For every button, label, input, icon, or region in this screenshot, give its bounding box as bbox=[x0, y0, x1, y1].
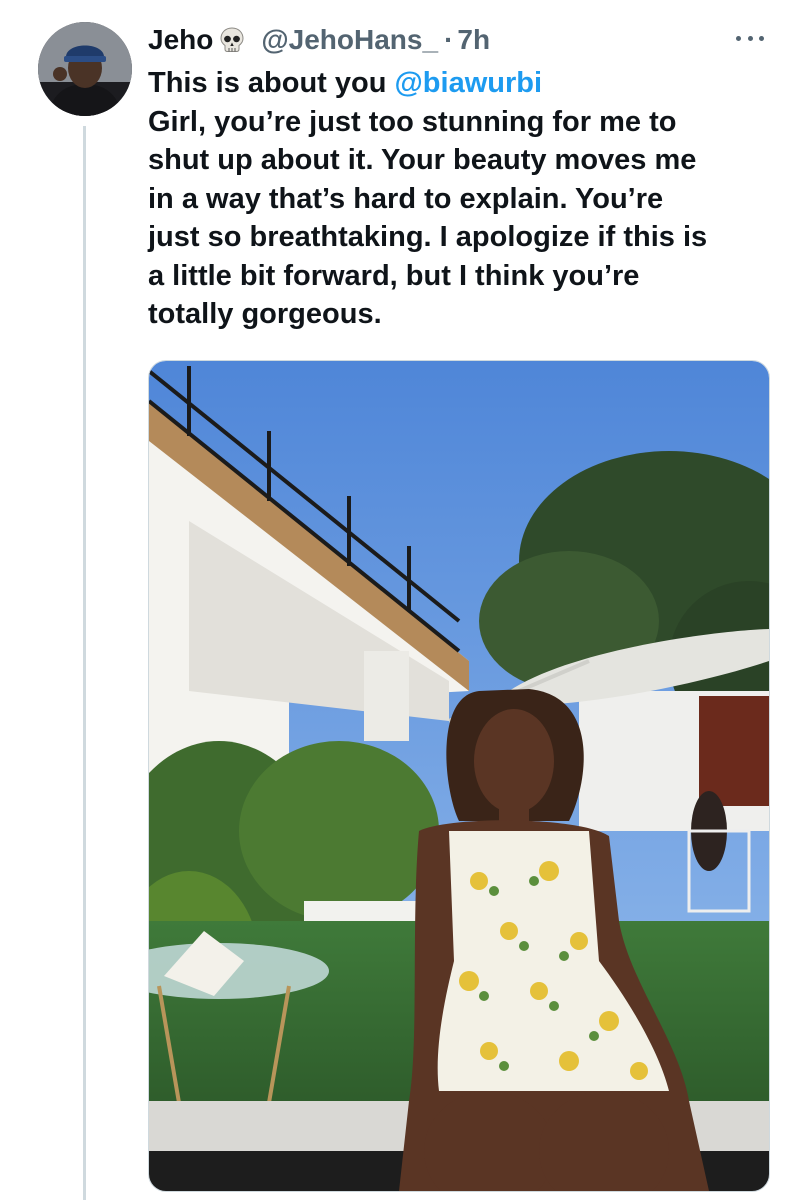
mention-link[interactable]: @biawurbi bbox=[395, 67, 543, 99]
ellipsis-icon[interactable] bbox=[736, 28, 764, 48]
timestamp[interactable]: 7h bbox=[457, 24, 490, 56]
thread-line bbox=[83, 126, 86, 1200]
display-name[interactable]: Jeho bbox=[148, 24, 213, 56]
tweet-text-line: shut up about it. Your beauty moves me bbox=[148, 144, 697, 176]
user-handle[interactable]: @JehoHans_ bbox=[261, 24, 438, 56]
tweet-header: Jeho @JehoHans_ · 7h bbox=[148, 20, 490, 60]
avatar[interactable] bbox=[38, 22, 132, 116]
tweet-text-line: This is about you @biawurbi bbox=[148, 64, 778, 103]
separator-dot: · bbox=[444, 24, 454, 55]
tweet-photo[interactable] bbox=[148, 360, 770, 1192]
skull-icon bbox=[217, 25, 247, 55]
tweet-text-line: in a way that’s hard to explain. You’re bbox=[148, 182, 664, 215]
tweet-text-line: just so breathtaking. I apologize if thi… bbox=[148, 221, 708, 253]
tweet-text-line: totally gorgeous. bbox=[148, 298, 382, 330]
tweet-text-line: Girl, you’re just too stunning for me to bbox=[148, 105, 677, 138]
tweet[interactable]: Jeho @JehoHans_ · 7h This is about you @… bbox=[0, 0, 808, 1200]
photo-scene bbox=[149, 361, 769, 1191]
tweet-text: This is about you @biawurbi Girl, you’re… bbox=[148, 64, 778, 334]
tweet-text-line: a little bit forward, but I think you’re bbox=[148, 259, 640, 292]
tweet-text-prefix: This is about you bbox=[148, 67, 395, 99]
avatar-photo bbox=[38, 22, 132, 116]
